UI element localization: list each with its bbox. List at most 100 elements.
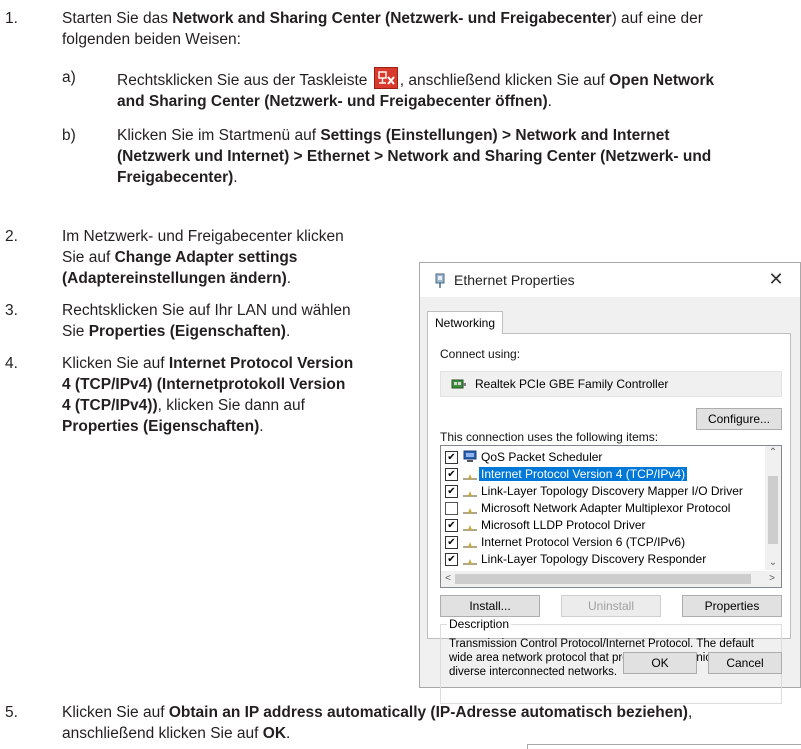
step-5-pre: Klicken Sie auf [62,704,169,721]
step-5-line2-pre: anschließend klicken Sie auf [62,725,263,742]
list-item[interactable]: ✔ QoS Packet Scheduler [445,449,755,466]
step-4-text: Klicken Sie auf Internet Protocol Versio… [62,353,417,437]
item-checkbox[interactable]: ✔ [445,485,458,498]
list-item[interactable]: Microsoft Network Adapter Multiplexor Pr… [445,500,755,517]
step-1-pre: Starten Sie das [62,10,173,27]
item-label: Link-Layer Topology Discovery Responder [481,552,707,566]
list-item[interactable]: ✔ Internet Protocol Version 6 (TCP/IPv6) [445,534,755,551]
step-4-number: 4. [5,355,18,372]
step-5-bold: Obtain an IP address automatically (IP-A… [168,704,688,721]
protocol-icon [463,470,477,480]
step-5-line2-bold: OK [262,725,287,742]
step-5-line2-post: . [286,725,291,742]
item-checkbox[interactable]: ✔ [445,519,458,532]
ok-button[interactable]: OK [623,652,697,674]
item-label: QoS Packet Scheduler [481,450,603,464]
ethernet-properties-dialog: Ethernet Properties ✕ Networking Connect… [419,262,801,704]
step-3-post: . [285,323,291,340]
step-2-l2: Sie auf [62,249,115,266]
step-3-l1: Rechtsklicken Sie auf Ihr LAN und wählen [62,302,351,319]
adapter-box: Realtek PCIe GBE Family Controller [440,371,782,397]
step-b-letter: b) [62,127,76,144]
cancel-button[interactable]: Cancel [708,652,782,674]
step-5-number: 5. [5,704,18,721]
list-item[interactable]: ✔ Link-Layer Topology Discovery Mapper I… [445,483,755,500]
step-1-line2: folgenden beiden Weisen: [62,31,241,48]
item-label: Microsoft LLDP Protocol Driver [481,518,646,532]
step-a-bold2: and Sharing Center (Netzwerk- und Freiga… [117,93,548,110]
step-4-b1: Internet Protocol Version [168,355,354,372]
step-2-b3: (Adaptereinstellungen ändern) [62,270,287,287]
step-a-mid: , anschließend klicken Sie auf [399,72,610,89]
item-checkbox[interactable]: ✔ [445,553,458,566]
item-checkbox[interactable]: ✔ [445,451,458,464]
step-4-b2: 4 (TCP/IPv4) (Internetprotokoll Version [62,376,346,393]
step-5-text: Klicken Sie auf Obtain an IP address aut… [62,702,797,744]
step-1-number: 1. [5,10,18,27]
dialog-body: Networking Connect using: Realtek PCIe G… [420,297,800,704]
network-adapter-icon [433,273,447,289]
protocol-icon [463,504,477,514]
connect-using-label: Connect using: [440,347,521,361]
protocol-icon [463,538,477,548]
adapter-name: Realtek PCIe GBE Family Controller [475,377,669,391]
step-4-l1: Klicken Sie auf [62,355,169,372]
step-a-post: . [547,93,552,110]
step-4-post: . [259,418,264,435]
protocol-icon [463,487,477,497]
step-2-b2: Change Adapter settings [114,249,298,266]
item-label: Microsoft Network Adapter Multiplexor Pr… [481,501,731,515]
step-4-b4: Properties (Eigenschaften) [62,418,260,435]
step-a-bold1: Open Network [609,72,715,89]
step-a-text: Rechtsklicken Sie aus der Taskleiste , a… [117,67,797,112]
step-2-number: 2. [5,228,18,245]
item-checkbox[interactable]: ✔ [445,536,458,549]
item-label: Internet Protocol Version 4 (TCP/IPv4) [479,467,688,481]
list-item-selected[interactable]: ✔ Internet Protocol Version 4 (TCP/IPv4) [445,466,755,483]
step-1-text: Starten Sie das Network and Sharing Cent… [62,8,797,50]
install-button[interactable]: Install... [440,595,540,617]
scroll-right-icon[interactable]: > [765,571,779,587]
step-2-l1: Im Netzwerk- und Freigabecenter klicken [62,228,344,245]
step-a-letter: a) [62,69,76,86]
list-item[interactable]: ✔ Link-Layer Topology Discovery Responde… [445,551,755,568]
step-2-post: . [286,270,292,287]
scroll-down-icon[interactable]: ⌄ [765,556,781,570]
configure-button[interactable]: Configure... [696,408,782,430]
step-1-bold: Network and Sharing Center (Netzwerk- un… [172,10,612,27]
scroll-up-icon[interactable]: ⌃ [765,446,781,460]
scheduler-icon [463,450,477,462]
step-3-text: Rechtsklicken Sie auf Ihr LAN und wählen… [62,300,412,342]
properties-button[interactable]: Properties [682,595,782,617]
list-item[interactable]: ✔ Microsoft LLDP Protocol Driver [445,517,755,534]
dialog-titlebar: Ethernet Properties ✕ [420,263,800,297]
scrollbar-thumb[interactable] [768,476,778,544]
step-b-post: . [233,169,238,186]
step-b-bold2: (Netzwerk und Internet) > Ethernet > Net… [117,148,712,165]
step-b-bold1: Settings (Einstellungen) > Network and I… [320,127,670,144]
step-b-text: Klicken Sie im Startmenü auf Settings (E… [117,125,801,188]
protocol-icon [463,555,477,565]
close-icon[interactable]: ✕ [766,268,786,290]
uninstall-button[interactable]: Uninstall [561,595,661,617]
tab-networking[interactable]: Networking [427,311,504,334]
item-label: Link-Layer Topology Discovery Mapper I/O… [481,484,743,498]
components-list[interactable]: ✔ QoS Packet Scheduler ✔ Internet Protoc… [440,445,782,588]
step-3-l2: Sie [62,323,89,340]
step-4-l3: , klicken Sie dann auf [157,397,305,414]
vertical-scrollbar[interactable]: ⌃ ⌄ [765,446,781,570]
horizontal-scrollbar[interactable]: < > [441,571,781,587]
next-dialog-edge [527,744,801,749]
step-3-number: 3. [5,302,18,319]
taskbar-network-icon [373,67,398,89]
protocol-icon [463,521,477,531]
item-checkbox[interactable]: ✔ [445,468,458,481]
items-label: This connection uses the following items… [440,430,659,444]
step-b-bold3: Freigabecenter) [117,169,234,186]
scroll-left-icon[interactable]: < [441,571,455,587]
scrollbar-thumb[interactable] [455,574,751,584]
step-2-text: Im Netzwerk- und Freigabecenter klicken … [62,226,412,289]
item-checkbox[interactable] [445,502,458,515]
networking-panel: Connect using: Realtek PCIe GBE Family C… [427,333,791,704]
step-1-post: ) auf eine der [611,10,703,27]
